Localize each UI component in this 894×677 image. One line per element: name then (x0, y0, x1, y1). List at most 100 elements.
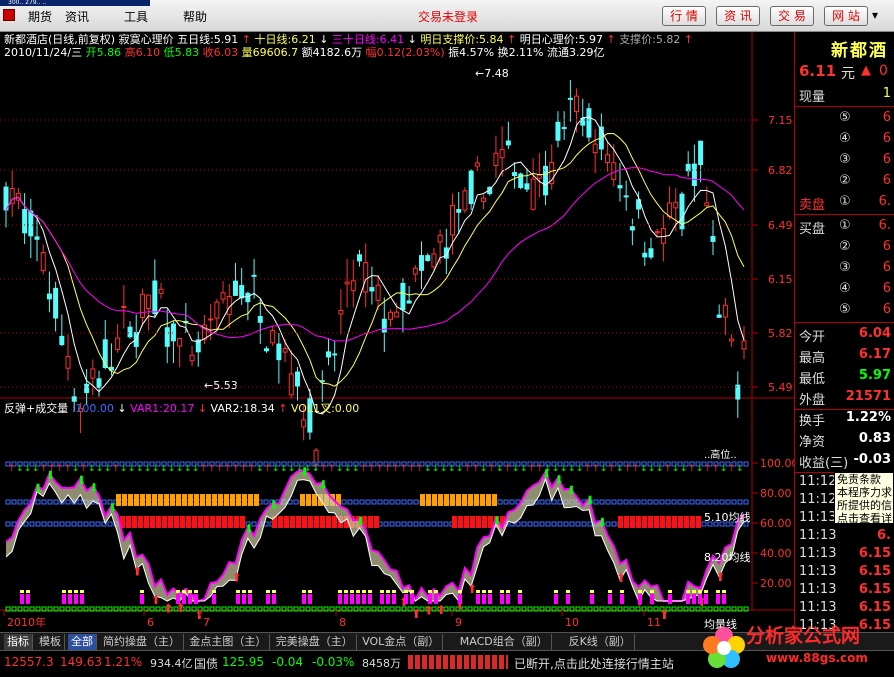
candle-body (22, 209, 28, 234)
candle-body (474, 162, 480, 167)
sell-arrow-icon: ⬇ (585, 494, 595, 508)
buy-arrow-icon: ⬆ (411, 607, 421, 621)
sell-label: 卖盘 (799, 198, 826, 213)
stat-label: 换手 (799, 414, 826, 429)
chart-area[interactable]: 新都酒店(日线,前复权) 寂寞心理价 五日线:5.91 ↑ 十日线:6.21 ↓… (0, 32, 794, 632)
candle-body (208, 318, 214, 321)
info-segment: 低5.83 (164, 46, 203, 59)
candle-body (419, 255, 425, 271)
menu-futures[interactable]: 期货 (28, 9, 52, 25)
sell-arrow-icon: ⬇ (33, 481, 43, 495)
website-button[interactable]: 网 站 (824, 6, 868, 26)
quotes-button[interactable]: 行 情 (662, 6, 706, 26)
tab-3[interactable]: 简约操盘（主） (100, 634, 184, 650)
strip-down-icon: ↓ (168, 464, 176, 474)
tab-1[interactable]: 模板 (36, 634, 65, 650)
flower-logo-icon (703, 627, 745, 668)
strip-up-icon: ↑ (400, 464, 408, 474)
candle-body (536, 174, 542, 179)
strip-up-icon: ↑ (712, 464, 720, 474)
candle-body (332, 353, 338, 356)
high-price-label: ←7.48 (475, 67, 509, 80)
stat-label: 最低 (799, 372, 826, 387)
tab-7[interactable]: MACD组合（副） (457, 634, 552, 650)
sell-price: 6 (882, 110, 891, 125)
tab-0[interactable]: 指标 (4, 634, 33, 650)
buy-arrow-icon: ⬆ (163, 602, 173, 616)
candle-body (673, 201, 679, 209)
candle-body (654, 231, 660, 234)
strip-down-icon: ↓ (448, 464, 456, 474)
candle-body (586, 108, 592, 138)
volume-bars-icon (408, 655, 508, 669)
stat-label: 最高 (799, 351, 826, 366)
strip-down-icon: ↓ (352, 464, 360, 474)
news-button[interactable]: 资 讯 (716, 6, 760, 26)
strip-down-icon: ↓ (176, 464, 184, 474)
strip-up-icon: ↑ (248, 464, 256, 474)
candle-body (425, 255, 431, 262)
strip-down-icon: ↓ (336, 464, 344, 474)
title-segment: ↓ (408, 33, 421, 46)
candle-body (456, 209, 462, 213)
tab-8[interactable]: 反K线（副） (566, 634, 635, 650)
tooltip-line: 所提供的信 (837, 499, 892, 512)
tab-4[interactable]: 金点主图（主） (186, 634, 271, 650)
info-segment: 2010/11/24/三 (4, 46, 86, 59)
candle-body (375, 284, 381, 301)
candle-body (381, 318, 387, 333)
info-segment: 高6.10 (125, 45, 164, 59)
info-segment: 幅0.12(2.03%) (366, 46, 449, 59)
indicator-title-segment: ↓ (198, 402, 211, 415)
tooltip-line: 本程序力求 (837, 486, 892, 499)
price-change: 0 (879, 63, 888, 79)
window-controls[interactable]: ▾ (872, 8, 878, 22)
strip-down-icon: ↓ (560, 464, 568, 474)
candle-body (84, 383, 90, 394)
tick-price: 6.15 (858, 564, 891, 579)
trade-status[interactable]: 交易未登录 (418, 8, 478, 25)
strip-up-icon: ↑ (408, 464, 416, 474)
strip-up-icon: ↑ (688, 464, 696, 474)
tab-2[interactable]: 全部 (68, 634, 97, 650)
chart-svg[interactable]: 新都酒店(日线,前复权) 寂寞心理价 五日线:5.91 ↑ 十日线:6.21 ↓… (0, 32, 794, 632)
sell-arrow-icon: ⬇ (554, 473, 564, 487)
price-tick-label: 7.15 (768, 114, 793, 127)
indicator-title-segment: VAR1:20.17 (130, 402, 198, 415)
indicator-tick-label: 100.00 (760, 457, 794, 470)
candle-body (555, 121, 561, 141)
menu-news[interactable]: 资讯 (65, 9, 89, 25)
candle-body (301, 419, 307, 428)
strip-down-icon: ↓ (16, 464, 24, 474)
strip-up-icon: ↑ (504, 464, 512, 474)
window-title: 300.. 279.. .. (0, 0, 150, 6)
connection-status[interactable]: 已断开,点击此处连接行情主站 (514, 655, 674, 672)
menu-tools[interactable]: 工具 (124, 9, 148, 25)
menu-help[interactable]: 帮助 (183, 9, 207, 25)
bond-amount: 8458万 (362, 657, 401, 670)
strip-down-icon: ↓ (648, 464, 656, 474)
strip-up-icon: ↑ (264, 464, 272, 474)
strip-up-icon: ↑ (472, 464, 480, 474)
buy-level-icon: ② (839, 239, 851, 254)
candle-body (53, 287, 59, 319)
strip-down-icon: ↓ (496, 464, 504, 474)
strip-up-icon: ↑ (64, 464, 72, 474)
tab-6[interactable]: VOL金点（副） (359, 634, 444, 650)
app-icon[interactable] (3, 9, 15, 21)
strip-up-icon: ↑ (608, 464, 616, 474)
strip-down-icon: ↓ (280, 464, 288, 474)
buy-arrow-icon: ⬆ (715, 570, 725, 584)
disclaimer-tooltip[interactable]: 免责条款 本程序力求 所提供的信 点击查看详 (834, 472, 894, 524)
candle-body (431, 253, 437, 268)
candle-body (220, 292, 226, 300)
now-volume-label: 现量 (799, 90, 826, 105)
stat-value: -0.03 (853, 452, 891, 467)
strip-down-icon: ↓ (24, 464, 32, 474)
indicator-title-segment: VAR2:18.34 (211, 402, 279, 415)
trade-button[interactable]: 交 易 (770, 6, 814, 26)
tab-5[interactable]: 完美操盘（主） (273, 634, 357, 650)
strip-up-icon: ↑ (584, 464, 592, 474)
tick-time: 11:13 (799, 528, 837, 543)
stock-name: 新都酒 (831, 41, 888, 61)
